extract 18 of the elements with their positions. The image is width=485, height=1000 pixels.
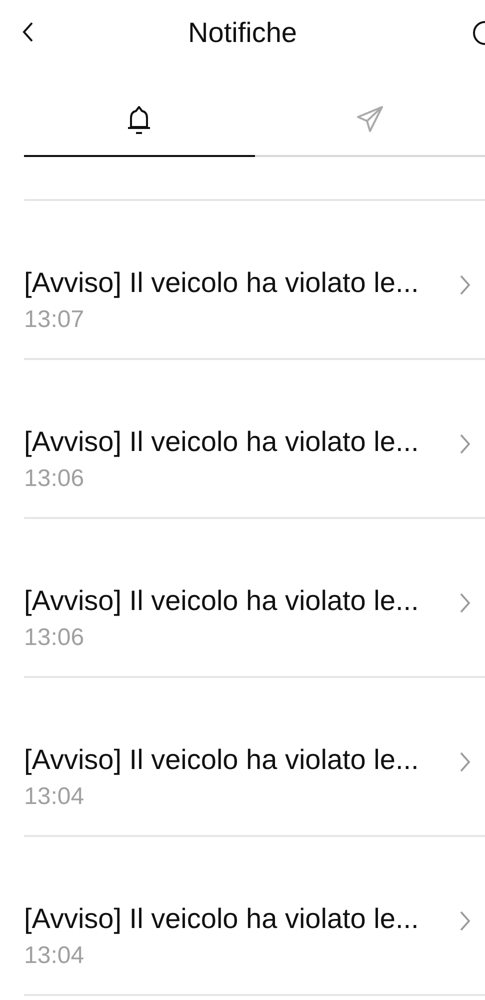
bell-icon [126,105,152,135]
notification-time: 13:04 [24,783,86,811]
chevron-right-icon[interactable] [459,274,471,296]
notification-time: 13:04 [24,942,86,970]
notification-title[interactable]: [Avviso] Il veicolo ha violato le... [24,745,459,775]
chevron-right-icon[interactable] [459,433,471,455]
chevron-right-icon[interactable] [459,910,471,932]
notification-time: 13:06 [24,465,86,493]
paper-plane-icon [356,105,384,133]
chevron-right-icon[interactable] [459,592,471,614]
notification-title[interactable]: [Avviso] Il veicolo ha violato le... [24,268,459,298]
notification-title[interactable]: [Avviso] Il veicolo ha violato le... [24,427,459,457]
notification-title[interactable]: [Avviso] Il veicolo ha violato le... [24,586,459,616]
page-title: Notifiche [188,16,297,50]
chevron-right-icon[interactable] [459,751,471,773]
notification-title[interactable]: [Avviso] Il veicolo ha violato le... [24,904,459,934]
notification-time: 13:06 [24,624,86,652]
notification-time: 13:07 [24,306,86,334]
